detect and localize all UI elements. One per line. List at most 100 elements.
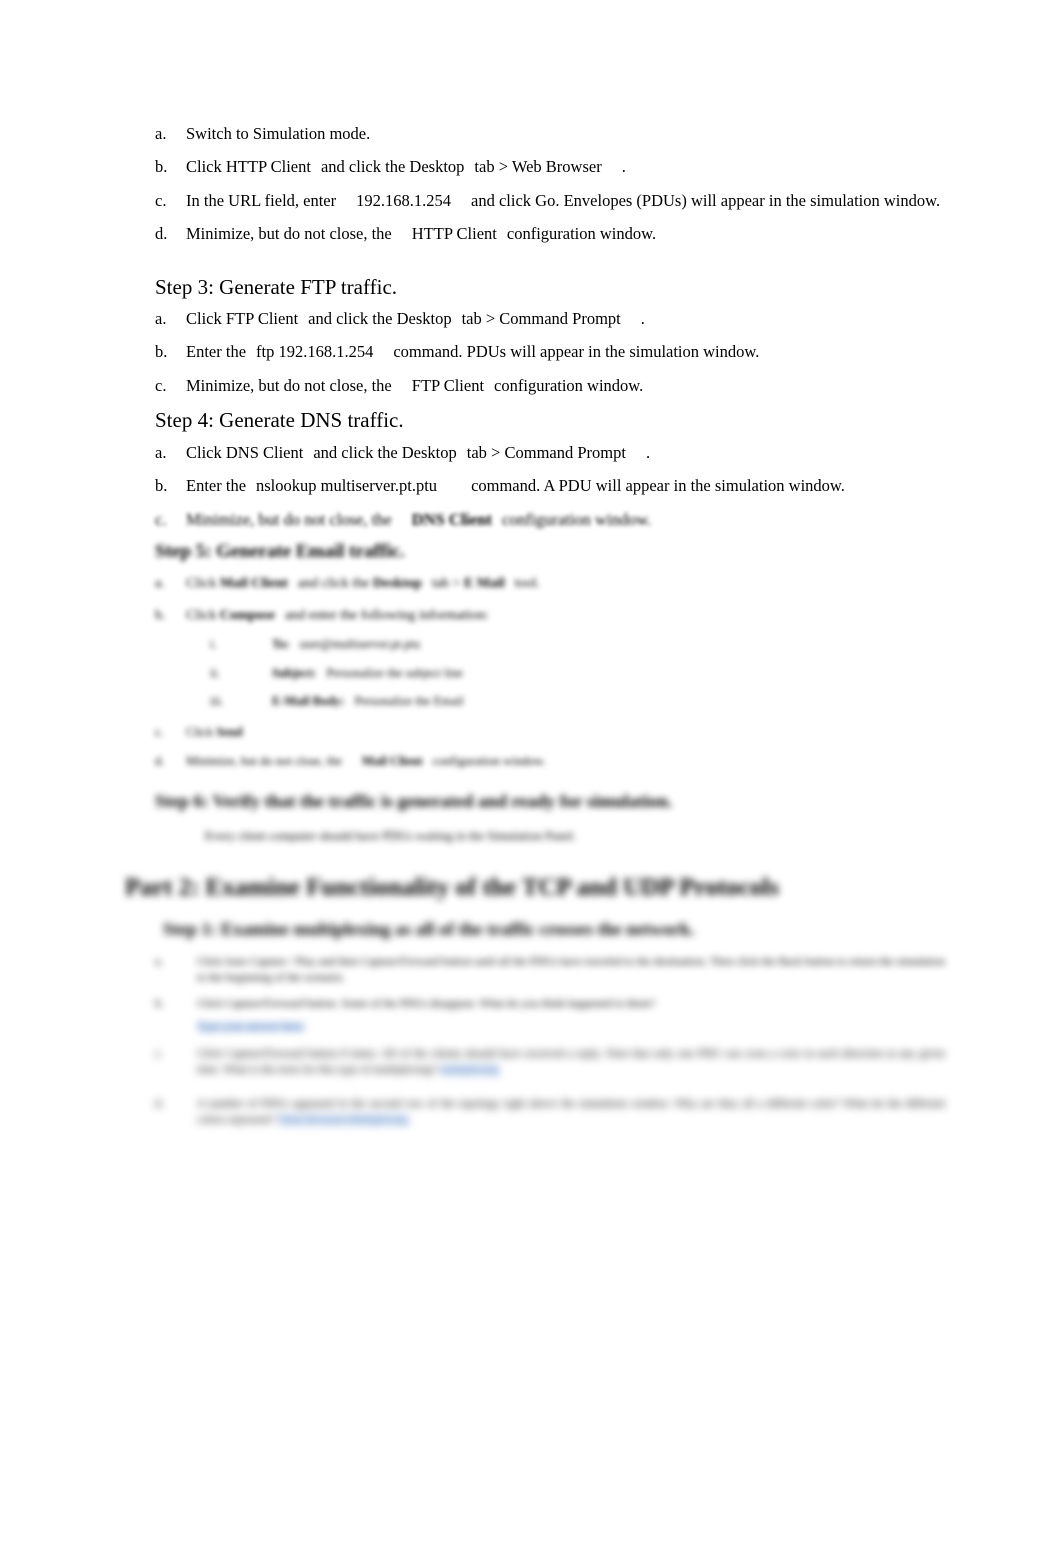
list-marker: d. (155, 1098, 164, 1111)
text-fragment: . (640, 309, 645, 328)
text-fragment: Minimize, but do not close, the (186, 509, 392, 529)
list-text: E-Mail Body: Personalize the Email (272, 693, 945, 710)
field-value-subject: Personalize the subject line (326, 665, 463, 680)
list-marker: b. (155, 997, 164, 1010)
list-marker: a. (155, 124, 167, 143)
text-fragment: Click (186, 576, 217, 591)
list-marker: b. (155, 157, 168, 177)
ui-label-http-client: HTTP Client (411, 224, 497, 244)
text-fragment: and enter the following information: (285, 608, 489, 624)
list-item: b. Enter the nslookup multiserver.pt.ptu c… (155, 475, 945, 496)
list-item: c. Click Send (155, 724, 945, 741)
document-page: a. Switch to Simulation mode. b. Click H… (0, 0, 1062, 1561)
text-fragment: Minimize, but do not close, the (186, 753, 342, 768)
step3-heading: Step 3: Generate FTP traffic. (155, 275, 398, 299)
text-fragment: Click (186, 443, 222, 462)
ui-label-desktop-tab: Desktop (401, 443, 457, 462)
step5-heading: Step 5: Generate Email traffic. (155, 541, 405, 562)
text-fragment: Minimize, but do not close, the (186, 224, 392, 244)
answer-link[interactable]: Time-Division Multiplexing (277, 1114, 409, 1127)
field-label-to: To: (272, 636, 290, 651)
step5-subitems: i. To: user@multiserver.pt.ptu ii. Subjec… (155, 636, 945, 710)
ui-command-ftp: ftp 192.168.1.254 (256, 342, 374, 362)
ui-label-ftp-client: FTP Client (411, 375, 485, 395)
list-text: Minimize, but do not close, the FTP Clien… (186, 375, 945, 396)
list-item: a. Click FTP Client and click the Desktop… (155, 308, 945, 329)
list-marker: c. (155, 375, 167, 395)
list-item: a. Click DNS Client and click the Desktop… (155, 442, 945, 463)
text-fragment: tool. (514, 576, 541, 591)
text-fragment: Enter the (186, 476, 247, 496)
text-fragment: . (621, 157, 626, 177)
text-fragment: configuration window. (506, 224, 657, 244)
text-fragment: and click the (297, 576, 370, 591)
ui-label-web-browser: Web Browser (511, 157, 602, 177)
list-marker: c. (155, 190, 167, 210)
list-marker: c. (155, 725, 164, 740)
list-text: Subject: Personalize the subject line (272, 665, 945, 682)
text-fragment: tab > (431, 576, 461, 591)
list-text: To: user@multiserver.pt.ptu (272, 636, 945, 653)
list-marker: a. (155, 576, 165, 591)
text-fragment: Click (186, 608, 217, 624)
field-label-email-body: E-Mail Body: (272, 694, 345, 709)
list-item: b. Click HTTP Client and click the Deskto… (155, 156, 945, 177)
part2-substep-heading: Step 1: Examine multiplexing as all of t… (163, 919, 695, 939)
text-fragment: Click Capture/Forward button 8 times. Al… (197, 1048, 945, 1077)
field-value-email-body: Personalize the Email (354, 694, 464, 709)
text-fragment: Enter the (186, 342, 247, 362)
list-marker: c. (155, 1048, 163, 1061)
list-text: Click Capture/Forward button. Some of th… (197, 997, 655, 1010)
list-text: Switch to Simulation mode. (186, 124, 371, 143)
ui-label-dns-client: DNS Client (225, 443, 304, 462)
step6-note: Every client computer should have PDUs w… (205, 829, 577, 843)
list-marker: b. (155, 608, 166, 624)
list-text: Enter the ftp 192.168.1.254 command. PDUs … (186, 341, 945, 362)
step4-heading: Step 4: Generate DNS traffic. (155, 408, 404, 432)
step6-heading: Step 6: Verify that the traffic is gener… (155, 791, 673, 811)
text-fragment: tab > (466, 443, 501, 462)
ui-label-dns-client: DNS Client (411, 509, 492, 529)
text-fragment: tab > (461, 309, 496, 328)
step3-list: a. Click FTP Client and click the Desktop… (155, 308, 945, 396)
list-marker: a. (155, 956, 163, 968)
part2-heading: Part 2: Examine Functionality of the TCP… (125, 874, 779, 901)
text-fragment: command. PDUs will appear in the simulat… (393, 342, 760, 362)
list-text: Click Mail Client and click the Desktop ta… (186, 575, 945, 593)
list-text: Click FTP Client and click the Desktop tab… (186, 308, 945, 329)
list-text: Minimize, but do not close, the DNS Clien… (186, 509, 945, 530)
list-text: Click Compose and enter the following inf… (186, 607, 945, 625)
list-item: iii. E-Mail Body: Personalize the Email (210, 693, 945, 710)
list-text: Click HTTP Client and click the Desktop ta… (186, 156, 945, 177)
list-marker: b. (155, 476, 168, 496)
list-text: Click Send (186, 724, 945, 741)
answer-link[interactable]: multiplexing (439, 1064, 499, 1077)
list-marker: i. (210, 636, 217, 651)
text-fragment: and click (471, 190, 532, 210)
ui-label-mail-client: Mail Client (361, 753, 423, 768)
list-item: d. A number of PDUs appeared in the seco… (155, 1097, 945, 1129)
list-item: c. Minimize, but do not close, the FTP Cl… (155, 375, 945, 396)
answer-link[interactable]: Type your answer here. (197, 1020, 305, 1033)
ui-label-send-button: Send (216, 725, 243, 740)
ui-label-desktop-tab: Desktop (396, 309, 452, 328)
list-marker: ii. (210, 665, 221, 680)
list-item: c. Minimize, but do not close, the DNS Cl… (155, 509, 945, 530)
text-fragment: . (645, 443, 651, 462)
text-fragment: and click the (308, 309, 393, 328)
text-fragment: configuration window. (432, 753, 546, 768)
ui-label-go-button: Go (535, 190, 556, 210)
field-value-to: user@multiserver.pt.ptu (299, 636, 421, 651)
list-item: a. Click Mail Client and click the Deskto… (155, 575, 945, 593)
ui-label-desktop-tab: Desktop (372, 576, 422, 591)
text-fragment: Click (186, 309, 222, 328)
list-item: c. In the URL field, enter 192.168.1.254 a… (155, 190, 945, 211)
list-text: Click DNS Client and click the Desktop tab… (186, 442, 945, 463)
part2-list: a. Click Auto Capture / Play and then Ca… (155, 955, 945, 1129)
text-fragment: Click (186, 725, 214, 740)
text-fragment: and click the (320, 157, 406, 177)
text-fragment: command. A PDU will appear in the simula… (471, 476, 845, 496)
ui-label-desktop-tab: Desktop (409, 157, 465, 177)
ui-label-command-prompt: Command Prompt (499, 309, 621, 328)
ui-label-email-tool: E Mail (463, 576, 505, 591)
